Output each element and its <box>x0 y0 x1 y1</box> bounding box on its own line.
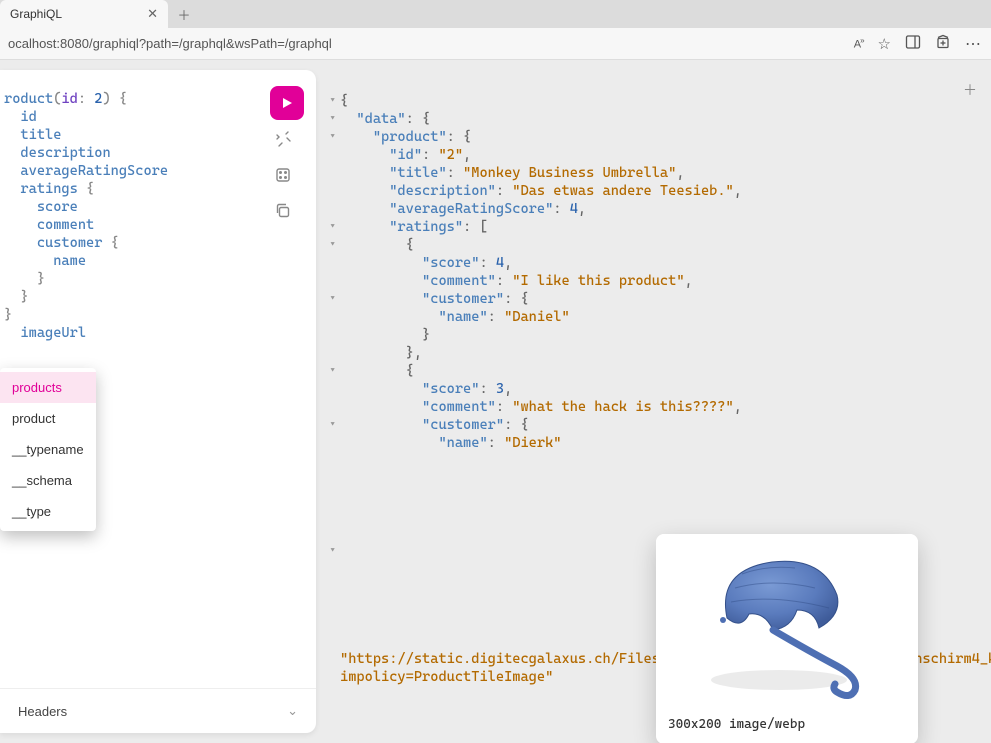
autocomplete-popup: productsproduct__typename__schema__type <box>0 368 96 531</box>
autocomplete-item[interactable]: __schema <box>0 465 96 496</box>
headers-label: Headers <box>18 704 67 719</box>
image-preview-popover: 300x200 image/webp <box>656 534 918 743</box>
new-tab-button[interactable]: ＋ <box>172 5 196 24</box>
response-panel: ＋ ▾▾▾▾▾▾▾▾▾ { "data": { "product": { "id… <box>316 60 991 743</box>
autocomplete-item[interactable]: product <box>0 403 96 434</box>
browser-tab[interactable]: GraphiQL ✕ <box>0 0 168 28</box>
read-aloud-icon[interactable]: A» <box>854 36 864 51</box>
sidebar-icon[interactable] <box>905 34 921 54</box>
close-icon[interactable]: ✕ <box>147 6 158 22</box>
autocomplete-item[interactable]: products <box>0 372 96 403</box>
preview-caption: 300x200 image/webp <box>656 706 918 743</box>
collections-icon[interactable] <box>935 34 951 54</box>
tab-bar: GraphiQL ✕ ＋ <box>0 0 991 28</box>
address-bar: ocalhost:8080/graphiql?path=/graphql&wsP… <box>0 28 991 60</box>
query-editor-panel: roduct(id: 2) { id title description ave… <box>0 70 316 733</box>
url-input[interactable]: ocalhost:8080/graphiql?path=/graphql&wsP… <box>6 32 846 55</box>
fold-gutter: ▾▾▾▾▾▾▾▾▾ <box>330 92 340 743</box>
add-tab-button[interactable]: ＋ <box>963 82 977 100</box>
tab-title: GraphiQL <box>10 7 62 21</box>
autocomplete-item[interactable]: __typename <box>0 434 96 465</box>
headers-accordion[interactable]: Headers ⌄ <box>0 688 316 733</box>
star-icon[interactable]: ☆ <box>878 35 891 53</box>
chevron-down-icon: ⌄ <box>287 703 298 719</box>
overflow-icon[interactable]: ⋯ <box>965 34 981 54</box>
query-editor[interactable]: roduct(id: 2) { id title description ave… <box>0 90 316 688</box>
browser-chrome: GraphiQL ✕ ＋ ocalhost:8080/graphiql?path… <box>0 0 991 60</box>
preview-image <box>656 534 918 706</box>
graphiql-app: roduct(id: 2) { id title description ave… <box>0 60 991 743</box>
autocomplete-item[interactable]: __type <box>0 496 96 527</box>
browser-actions: A» ☆ ⋯ <box>854 34 985 54</box>
